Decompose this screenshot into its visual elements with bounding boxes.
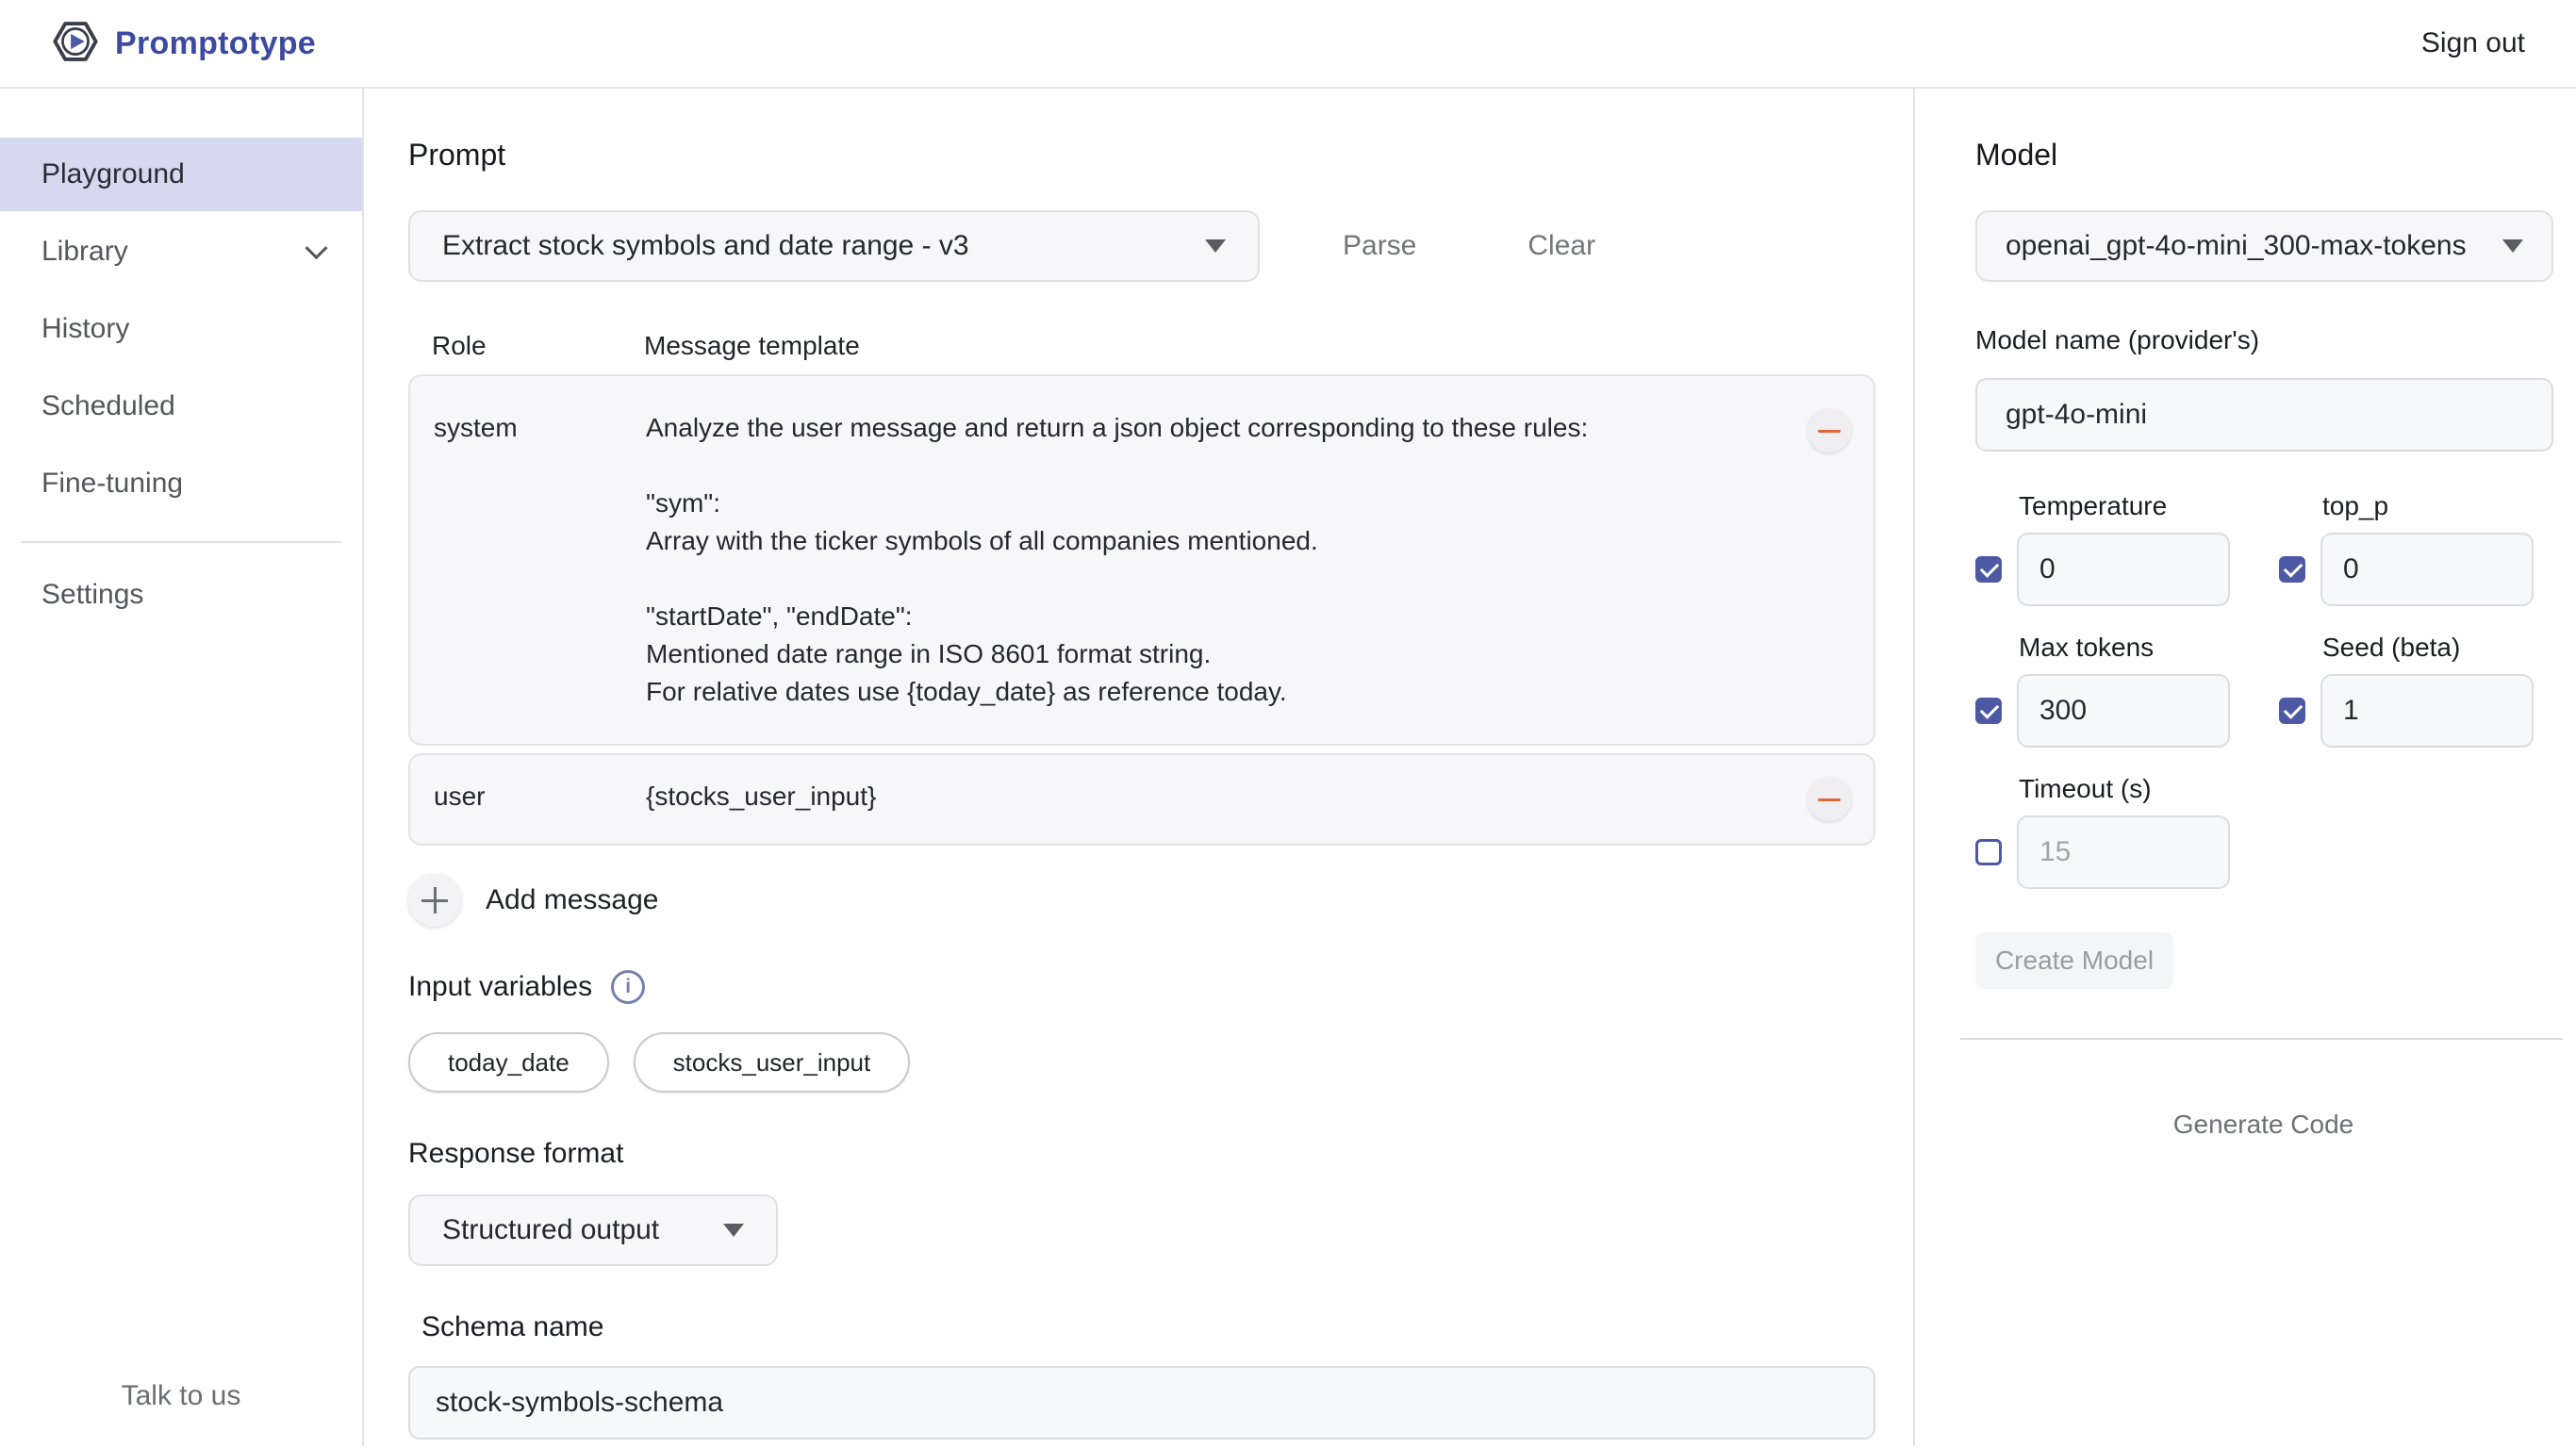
message-table-header: Role Message template [408,331,1913,361]
schema-name-input[interactable] [408,1366,1875,1440]
talk-to-us-link[interactable]: Talk to us [0,1380,362,1412]
model-select-value: openai_gpt-4o-mini_300-max-tokens [2006,230,2467,262]
seed-checkbox[interactable] [2279,698,2305,724]
remove-message-button[interactable] [1808,778,1851,821]
prompt-section-title: Prompt [408,138,1913,173]
remove-message-button[interactable] [1808,409,1851,452]
sidebar-item-label: Settings [41,579,143,611]
chevron-down-icon [1205,239,1226,253]
model-name-input[interactable] [1975,378,2553,452]
sidebar-item-history[interactable]: History [0,292,362,366]
logo-icon [51,17,100,71]
top-p-checkbox[interactable] [2279,556,2305,583]
timeout-checkbox[interactable] [1975,839,2002,865]
param-timeout: Timeout (s) [1975,774,2230,889]
seed-label: Seed (beta) [2279,633,2534,663]
model-select[interactable]: openai_gpt-4o-mini_300-max-tokens [1975,210,2553,282]
parse-button[interactable]: Parse [1343,230,1416,262]
sidebar-item-fine-tuning[interactable]: Fine-tuning [0,447,362,520]
param-seed: Seed (beta) [2279,633,2534,748]
model-panel: Model openai_gpt-4o-mini_300-max-tokens … [1913,89,2576,1446]
sign-out-button[interactable]: Sign out [2421,27,2525,59]
param-top-p: top_p [2279,491,2534,606]
add-message-label: Add message [486,884,658,916]
param-temperature: Temperature [1975,491,2230,606]
template-column-header: Message template [644,331,860,361]
brand-logo[interactable]: Promptotype [51,17,316,71]
timeout-input[interactable] [2017,815,2230,889]
panel-divider [1960,1038,2563,1040]
schema-name-label: Schema name [421,1311,1913,1343]
clear-button[interactable]: Clear [1527,230,1595,262]
input-variable-pill[interactable]: stocks_user_input [634,1032,911,1093]
add-message-button[interactable] [408,874,461,927]
response-format-select[interactable]: Structured output [408,1194,778,1266]
sidebar-item-label: Library [41,236,128,268]
model-name-label: Model name (provider's) [1975,325,2551,355]
sidebar: Playground Library History Scheduled Fin… [0,89,364,1446]
sidebar-divider [21,541,341,543]
max-tokens-label: Max tokens [1975,633,2230,663]
response-format-label: Response format [408,1138,1913,1170]
timeout-label: Timeout (s) [1975,774,2230,804]
temperature-input[interactable] [2017,533,2230,606]
message-row-user: user {stocks_user_input} [408,753,1875,846]
top-p-label: top_p [2279,491,2534,521]
top-p-input[interactable] [2320,533,2534,606]
message-template[interactable]: Analyze the user message and return a js… [646,409,1808,711]
info-icon[interactable] [611,970,645,1004]
sidebar-item-playground[interactable]: Playground [0,138,362,211]
brand-name: Promptotype [115,25,316,62]
message-row-system: system Analyze the user message and retu… [408,374,1875,746]
create-model-button[interactable]: Create Model [1975,932,2173,989]
input-variable-pill[interactable]: today_date [408,1032,609,1093]
chevron-down-icon [2502,239,2523,253]
sidebar-item-label: Fine-tuning [41,468,183,500]
prompt-select[interactable]: Extract stock symbols and date range - v… [408,210,1260,282]
response-format-value: Structured output [442,1214,659,1246]
sidebar-item-label: Playground [41,158,185,190]
max-tokens-input[interactable] [2017,674,2230,748]
chevron-down-icon [305,237,327,259]
chevron-down-icon [723,1224,744,1237]
temperature-checkbox[interactable] [1975,556,2002,583]
message-template[interactable]: {stocks_user_input} [646,778,1808,815]
generate-code-link[interactable]: Generate Code [2173,1110,2353,1140]
prompt-select-value: Extract stock symbols and date range - v… [442,230,969,262]
input-variables-label: Input variables [408,971,592,1003]
minus-icon [1818,798,1841,801]
sidebar-item-scheduled[interactable]: Scheduled [0,370,362,443]
sidebar-item-label: History [41,313,129,345]
top-bar: Promptotype Sign out [0,0,2576,89]
temperature-label: Temperature [1975,491,2230,521]
sidebar-item-settings[interactable]: Settings [0,558,362,632]
sidebar-item-label: Scheduled [41,390,175,422]
model-section-title: Model [1975,138,2551,173]
param-max-tokens: Max tokens [1975,633,2230,748]
message-role: user [434,778,646,815]
message-role: system [434,409,646,447]
playground-main: Prompt Extract stock symbols and date ra… [364,89,1913,1446]
seed-input[interactable] [2320,674,2534,748]
minus-icon [1818,430,1841,433]
max-tokens-checkbox[interactable] [1975,698,2002,724]
sidebar-item-library[interactable]: Library [0,215,362,288]
role-column-header: Role [432,331,644,361]
